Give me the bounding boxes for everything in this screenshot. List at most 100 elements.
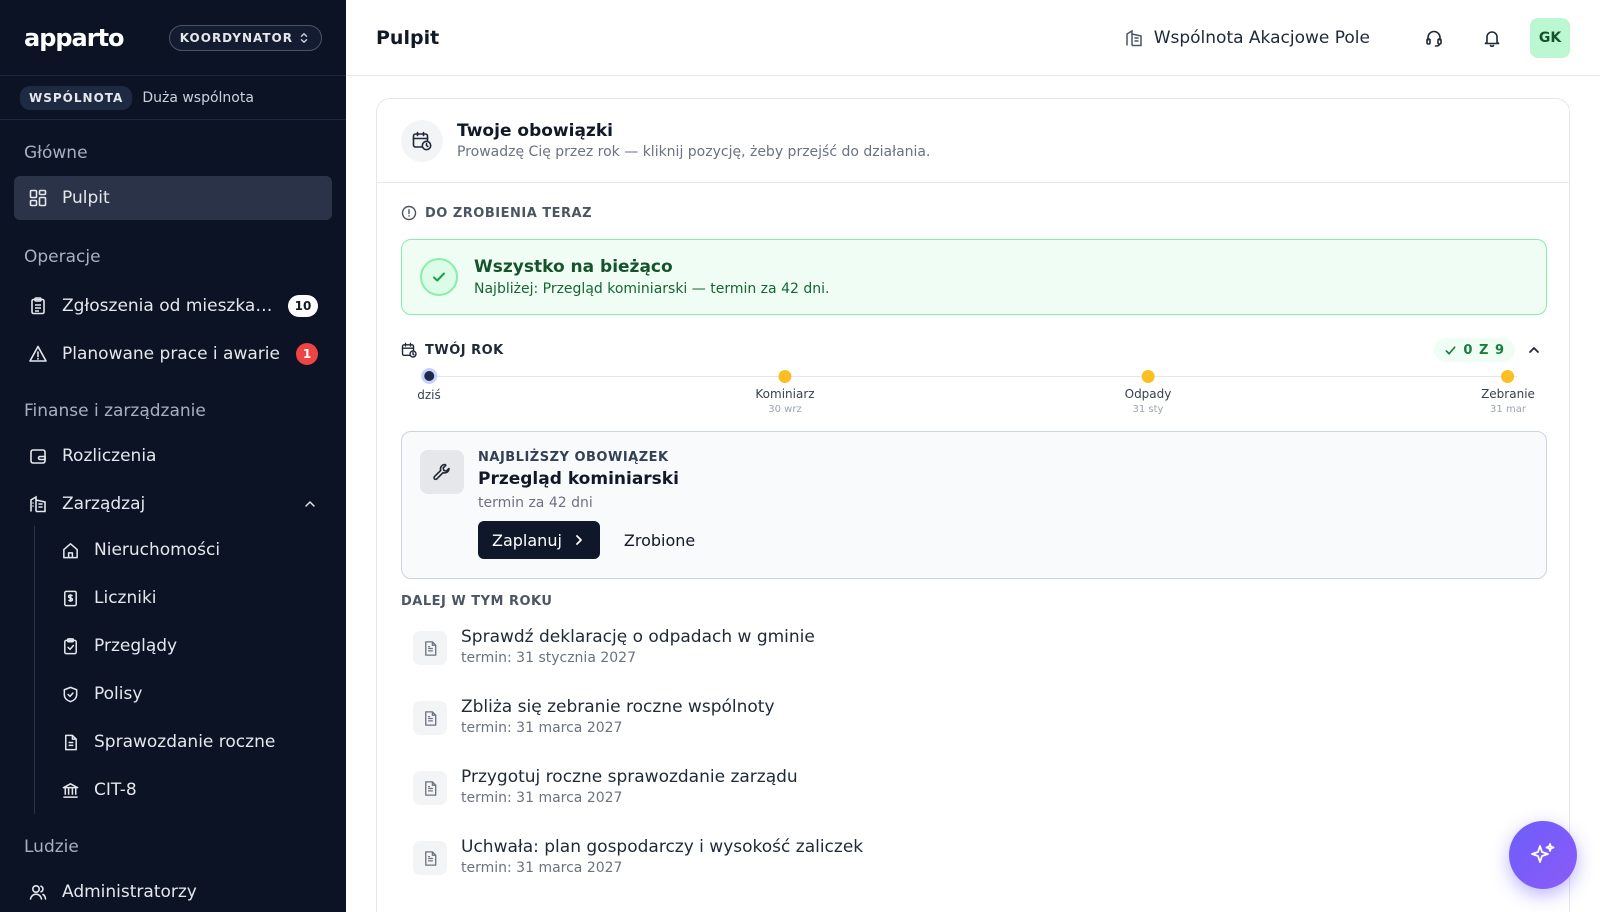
schedule-button[interactable]: Zaplanuj bbox=[478, 521, 600, 559]
sidebar-item-reports[interactable]: Zgłoszenia od mieszkańców 10 bbox=[14, 284, 332, 328]
community-info: WSPÓLNOTA Duża wspólnota bbox=[0, 76, 346, 120]
sidebar-item-admins[interactable]: Administratorzy bbox=[14, 870, 332, 912]
sidebar-item-cit8[interactable]: CIT-8 bbox=[35, 766, 346, 814]
duties-title: Twoje obowiązki bbox=[457, 121, 613, 141]
section-finance: Finanse i zarządzanie bbox=[24, 401, 206, 421]
sidebar-item-label: Rozliczenia bbox=[62, 446, 157, 466]
chevron-right-icon bbox=[576, 535, 582, 545]
sidebar-item-inspections[interactable]: Przeglądy bbox=[35, 622, 346, 670]
timeline-point-date: 30 wrz bbox=[768, 404, 802, 415]
calendar-clock-icon bbox=[401, 119, 443, 162]
next-duty-card: NAJBLIŻSZY OBOWIĄZEK Przegląd kominiarsk… bbox=[401, 431, 1547, 579]
timeline-point-meeting[interactable]: Zebranie 31 mar bbox=[1481, 367, 1535, 415]
warning-icon bbox=[29, 345, 47, 362]
document-icon bbox=[413, 841, 447, 875]
sidebar-item-label: Zgłoszenia od mieszkańców bbox=[62, 296, 274, 316]
list-item[interactable]: Sprawdź deklarację o odpadach w gminie t… bbox=[413, 621, 1513, 691]
mark-done-button[interactable]: Zrobione bbox=[624, 531, 695, 550]
sparkles-icon bbox=[1531, 843, 1555, 863]
community-selector[interactable]: Wspólnota Akacjowe Pole bbox=[1124, 28, 1370, 48]
sidebar-item-label: Pulpit bbox=[62, 188, 110, 208]
planned-count-badge: 1 bbox=[296, 343, 318, 365]
all-clear-subtitle: Najbliżej: Przegląd kominiarski — termin… bbox=[474, 281, 830, 297]
timeline-point-waste[interactable]: Odpady 31 sty bbox=[1124, 367, 1172, 415]
duties-card: Twoje obowiązki Prowadzę Cię przez rok —… bbox=[376, 98, 1570, 912]
main-content: Twoje obowiązki Prowadzę Cię przez rok —… bbox=[346, 76, 1600, 912]
check-icon bbox=[420, 258, 458, 296]
year-section-label: TWÓJ ROK bbox=[401, 342, 504, 358]
chevron-updown-icon bbox=[300, 32, 308, 43]
document-icon bbox=[413, 771, 447, 805]
sidebar-item-label: Planowane prace i awarie bbox=[62, 344, 280, 364]
sidebar-top: apparto KOORDYNATOR bbox=[0, 0, 346, 76]
headset-icon bbox=[1426, 30, 1442, 47]
list-item[interactable]: Uchwała: plan gospodarczy i wysokość zal… bbox=[413, 831, 1513, 901]
sidebar-item-label: Przeglądy bbox=[94, 636, 178, 656]
list-item-title: Przygotuj roczne sprawozdanie zarządu bbox=[461, 767, 798, 787]
sidebar-item-settlements[interactable]: Rozliczenia bbox=[14, 434, 332, 478]
document-icon bbox=[64, 734, 77, 750]
sidebar-item-meters[interactable]: Liczniki bbox=[35, 574, 346, 622]
all-clear-banner: Wszystko na bieżąco Najbliżej: Przegląd … bbox=[401, 239, 1547, 315]
reports-count-badge: 10 bbox=[288, 295, 318, 317]
building-icon bbox=[30, 495, 46, 513]
wallet-icon bbox=[30, 449, 46, 464]
building-icon bbox=[1125, 29, 1142, 46]
list-item-due: termin: 31 marca 2027 bbox=[461, 860, 623, 876]
sidebar-item-label: Polisy bbox=[94, 684, 143, 704]
sidebar-item-manage[interactable]: Zarządzaj bbox=[14, 482, 332, 526]
sidebar-item-label: CIT-8 bbox=[94, 780, 137, 800]
all-clear-title: Wszystko na bieżąco bbox=[474, 257, 673, 277]
timeline-point-date: 31 mar bbox=[1490, 404, 1526, 415]
collapse-year-button[interactable] bbox=[1521, 337, 1547, 363]
sidebar: apparto KOORDYNATOR WSPÓLNOTA Duża wspól… bbox=[0, 0, 346, 912]
sidebar-item-planned[interactable]: Planowane prace i awarie 1 bbox=[14, 332, 332, 376]
next-duty-eyebrow: NAJBLIŻSZY OBOWIĄZEK bbox=[478, 450, 669, 465]
community-type: Duża wspólnota bbox=[142, 89, 254, 106]
timeline-point-label: Zebranie bbox=[1481, 387, 1535, 401]
duties-header: Twoje obowiązki Prowadzę Cię przez rok —… bbox=[377, 99, 1569, 183]
timeline-point-label: Kominiarz bbox=[755, 387, 815, 401]
list-item-due: termin: 31 marca 2027 bbox=[461, 720, 623, 736]
timeline-point-label: dziś bbox=[417, 388, 441, 402]
list-item[interactable]: Zbliża się zebranie roczne wspólnoty ter… bbox=[413, 691, 1513, 761]
sidebar-item-label: Sprawozdanie roczne bbox=[94, 732, 276, 752]
sidebar-item-annual-report[interactable]: Sprawozdanie roczne bbox=[35, 718, 346, 766]
list-item-due: termin: 31 marca 2027 bbox=[461, 790, 623, 806]
chevron-up-icon[interactable] bbox=[302, 496, 318, 512]
ai-assistant-button[interactable] bbox=[1509, 821, 1577, 889]
list-item-due: termin: 31 stycznia 2027 bbox=[461, 650, 636, 666]
timeline-point-date: 31 sty bbox=[1132, 404, 1164, 415]
bank-icon bbox=[62, 782, 79, 798]
timeline-point-label: Odpady bbox=[1124, 387, 1172, 401]
timeline-point-chimney[interactable]: Kominiarz 30 wrz bbox=[755, 367, 815, 415]
next-duty-title: Przegląd kominiarski bbox=[478, 469, 679, 489]
year-progress-text: 0 Z 9 bbox=[1463, 342, 1505, 358]
sidebar-item-properties[interactable]: Nieruchomości bbox=[35, 526, 346, 574]
chevron-up-icon bbox=[1529, 347, 1539, 353]
wrench-icon bbox=[420, 450, 464, 494]
next-duty-actions: Zaplanuj Zrobione bbox=[478, 521, 695, 559]
support-button[interactable] bbox=[1414, 18, 1454, 58]
role-switcher[interactable]: KOORDYNATOR bbox=[168, 24, 322, 51]
avatar[interactable]: GK bbox=[1530, 17, 1570, 58]
sidebar-item-label: Zarządzaj bbox=[62, 494, 146, 514]
sidebar-item-label: Administratorzy bbox=[62, 882, 197, 902]
app-logo[interactable]: apparto bbox=[24, 24, 125, 52]
check-icon bbox=[1445, 345, 1456, 355]
timeline-dot bbox=[1141, 370, 1155, 383]
todo-label-text: DO ZROBIENIA TERAZ bbox=[425, 205, 593, 221]
timeline-track bbox=[429, 376, 1517, 377]
sidebar-item-policies[interactable]: Polisy bbox=[35, 670, 346, 718]
clipboard-check-icon bbox=[64, 637, 77, 654]
later-section-label: DALEJ W TYM ROKU bbox=[401, 594, 553, 609]
notifications-button[interactable] bbox=[1472, 18, 1512, 58]
shield-check-icon bbox=[63, 686, 78, 702]
list-item[interactable]: Przygotuj roczne sprawozdanie zarządu te… bbox=[413, 761, 1513, 831]
community-badge: WSPÓLNOTA bbox=[20, 85, 133, 110]
schedule-button-label: Zaplanuj bbox=[492, 530, 562, 550]
manage-submenu: Nieruchomości Liczniki Przeglądy Polisy … bbox=[34, 526, 346, 814]
list-item-title: Sprawdź deklarację o odpadach w gminie bbox=[461, 627, 815, 647]
section-main: Główne bbox=[24, 143, 88, 163]
sidebar-item-dashboard[interactable]: Pulpit bbox=[14, 176, 332, 220]
